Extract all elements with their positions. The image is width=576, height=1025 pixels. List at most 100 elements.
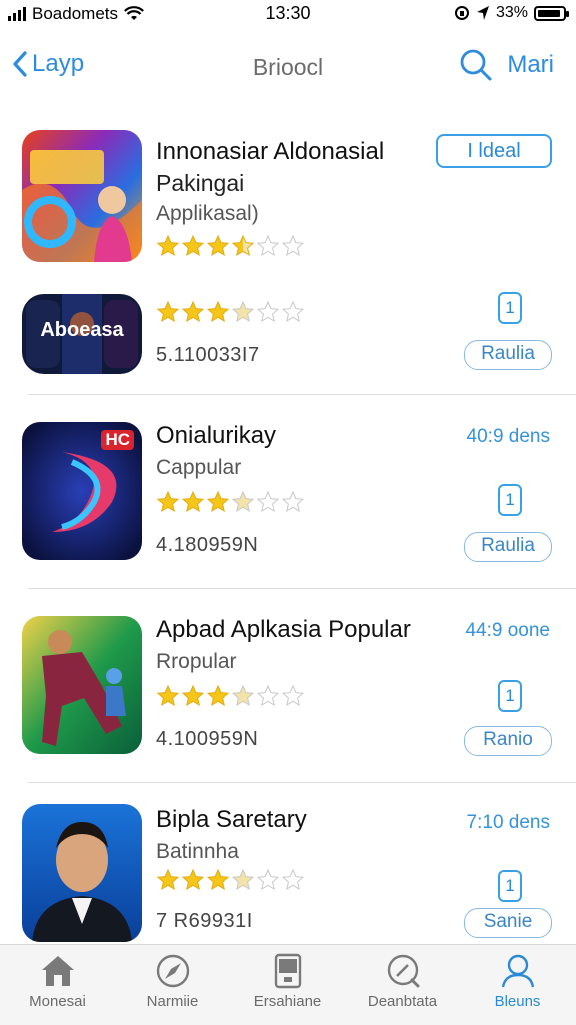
nav-right-button[interactable]: Mari bbox=[507, 51, 554, 79]
tab-label: Deanbtata bbox=[367, 993, 438, 1010]
star-icon bbox=[281, 300, 305, 323]
app-icon bbox=[22, 804, 142, 942]
device-icon bbox=[274, 953, 301, 989]
star-icon bbox=[256, 868, 280, 891]
rating-stars bbox=[156, 684, 305, 708]
status-bar: Boadomets 13:30 33% bbox=[0, 0, 576, 28]
star-icon bbox=[231, 490, 255, 513]
action-button[interactable]: Sanie bbox=[464, 908, 552, 938]
star-icon bbox=[156, 300, 180, 323]
tab-label: Narmiie bbox=[146, 993, 199, 1010]
app-subtitle: Cappular bbox=[156, 456, 242, 479]
list-item[interactable]: Bipla Saretary Batinnha 7 R69931I 7:10 d… bbox=[0, 802, 576, 942]
star-icon bbox=[206, 300, 230, 323]
app-name: Onialurikay bbox=[156, 422, 277, 449]
download-count-button[interactable]: 1 bbox=[498, 292, 522, 324]
tab-explore[interactable]: Narmiie bbox=[115, 945, 230, 1025]
tab-search[interactable]: Deanbtata bbox=[345, 945, 460, 1025]
tab-profile[interactable]: Bleuns bbox=[460, 945, 575, 1025]
app-name: Innonasiar Aldonasial bbox=[156, 138, 385, 165]
star-icon bbox=[206, 490, 230, 513]
star-icon bbox=[156, 490, 180, 513]
app-icon bbox=[22, 130, 142, 262]
app-meta: 7 R69931I bbox=[156, 910, 253, 932]
list-item[interactable]: Innonasiar Aldonasial Pakingai Applikasa… bbox=[0, 130, 576, 270]
star-icon bbox=[231, 300, 255, 323]
app-subtitle: Pakingai bbox=[156, 170, 245, 196]
star-icon bbox=[281, 684, 305, 707]
app-icon: Aboeasa bbox=[22, 294, 142, 374]
status-right: 33% bbox=[454, 4, 569, 22]
nav-right: Mari bbox=[459, 48, 554, 82]
rating-stars bbox=[156, 234, 305, 258]
list-item[interactable]: HC Onialurikay Cappular 4.180959N 40:9 d… bbox=[0, 420, 576, 570]
app-subtitle: Rropular bbox=[156, 650, 237, 673]
star-icon bbox=[281, 234, 305, 257]
download-count-button[interactable]: 1 bbox=[498, 484, 522, 516]
list-item[interactable]: Aboeasa 5.110033I7 1 Raulia bbox=[0, 292, 576, 402]
compass-icon bbox=[156, 954, 189, 988]
action-button[interactable]: Raulia bbox=[464, 532, 552, 562]
star-icon bbox=[181, 684, 205, 707]
lock-rotation-icon bbox=[454, 6, 469, 20]
tab-device[interactable]: Ersahiane bbox=[230, 945, 345, 1025]
app-time: 7:10 dens bbox=[466, 812, 550, 833]
app-icon bbox=[22, 616, 142, 754]
star-icon bbox=[156, 234, 180, 257]
star-icon bbox=[156, 684, 180, 707]
battery-icon bbox=[534, 5, 569, 21]
star-icon bbox=[206, 234, 230, 257]
app-time: 44:9 oone bbox=[465, 620, 550, 641]
rating-stars bbox=[156, 868, 305, 892]
divider bbox=[28, 782, 576, 783]
star-icon bbox=[231, 868, 255, 891]
star-icon bbox=[281, 868, 305, 891]
download-count-button[interactable]: 1 bbox=[498, 680, 522, 712]
star-icon bbox=[181, 234, 205, 257]
app-category: Applikasal) bbox=[156, 202, 259, 225]
location-icon bbox=[476, 6, 489, 20]
star-icon bbox=[181, 300, 205, 323]
home-icon bbox=[41, 956, 74, 986]
person-icon bbox=[501, 954, 534, 988]
download-count-button[interactable]: 1 bbox=[498, 870, 522, 902]
get-button[interactable]: I ldeal bbox=[436, 134, 552, 168]
battery-percent: 33% bbox=[495, 4, 528, 21]
app-icon-text: Aboeasa bbox=[40, 319, 124, 341]
star-icon bbox=[256, 300, 280, 323]
star-icon bbox=[256, 684, 280, 707]
divider bbox=[28, 588, 576, 589]
app-badge: HC bbox=[101, 430, 134, 450]
star-icon bbox=[231, 234, 255, 257]
app-meta: 5.110033I7 bbox=[156, 344, 260, 366]
star-icon bbox=[181, 490, 205, 513]
divider bbox=[28, 394, 576, 395]
star-icon bbox=[256, 490, 280, 513]
star-icon bbox=[206, 684, 230, 707]
nav-bar: Layp Brioocl Mari bbox=[0, 28, 576, 108]
app-name: Bipla Saretary bbox=[156, 806, 307, 833]
search-icon[interactable] bbox=[459, 48, 493, 82]
app-meta: 4.100959N bbox=[156, 728, 259, 750]
star-icon bbox=[231, 684, 255, 707]
app-name: Apbad Aplkasia Popular bbox=[156, 616, 411, 643]
rating-stars bbox=[156, 490, 305, 514]
star-icon bbox=[206, 868, 230, 891]
list-item[interactable]: Apbad Aplkasia Popular Rropular 4.100959… bbox=[0, 614, 576, 764]
star-icon bbox=[281, 490, 305, 513]
app-time: 40:9 dens bbox=[466, 426, 550, 447]
app-icon: HC bbox=[22, 422, 142, 560]
tab-label: Monesai bbox=[29, 993, 86, 1010]
tab-home[interactable]: Monesai bbox=[0, 945, 115, 1025]
tab-bar: Monesai Narmiie Ersahiane Deanbtata Bleu… bbox=[0, 944, 576, 1025]
rating-stars bbox=[156, 300, 305, 324]
star-icon bbox=[256, 234, 280, 257]
app-subtitle: Batinnha bbox=[156, 840, 239, 863]
tab-label: Bleuns bbox=[494, 993, 541, 1010]
action-button[interactable]: Ranio bbox=[464, 726, 552, 756]
action-button[interactable]: Raulia bbox=[464, 340, 552, 370]
tab-label: Ersahiane bbox=[253, 993, 322, 1010]
star-icon bbox=[181, 868, 205, 891]
search-globe-icon bbox=[387, 954, 419, 988]
app-meta: 4.180959N bbox=[156, 534, 259, 556]
